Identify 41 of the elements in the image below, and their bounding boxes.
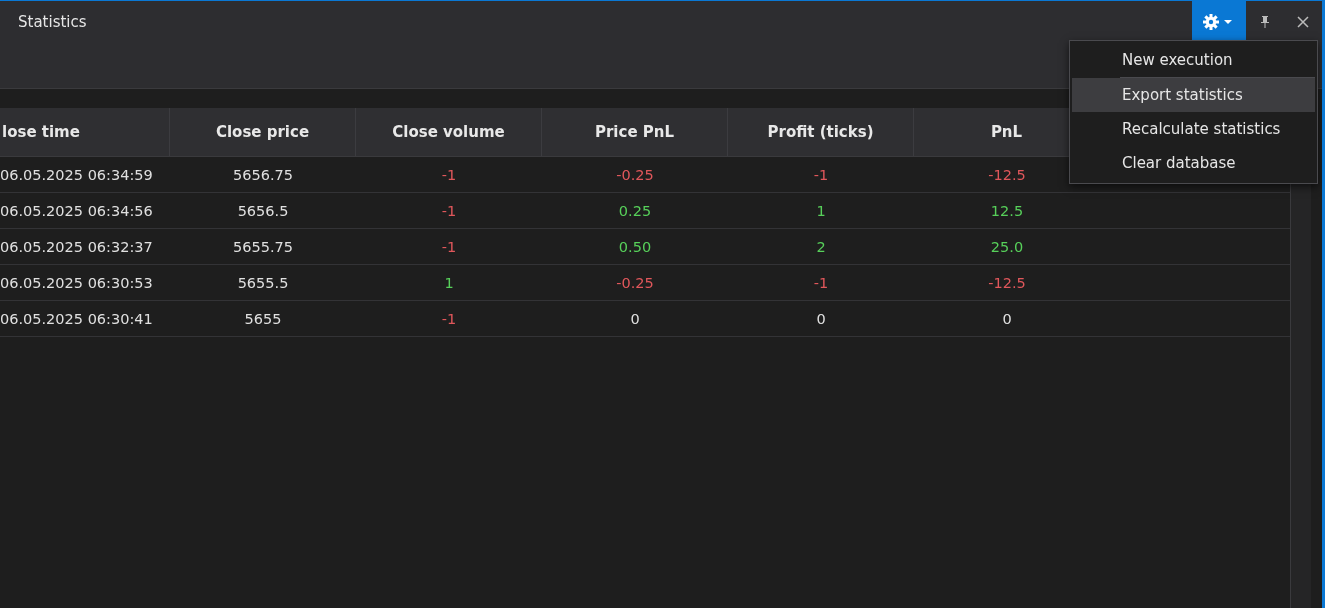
table-cell-text: -0.25 <box>615 273 655 293</box>
table-cell-text: 1 <box>443 273 455 293</box>
table-cell-text: 0 <box>1001 309 1013 329</box>
table-cell-text: 5655 <box>243 309 283 329</box>
table-cell-text: 5655.75 <box>232 237 294 257</box>
table-cell-text: -0.25 <box>615 165 655 185</box>
table-cell-text: 0 <box>815 309 827 329</box>
table-cell-text: 5655.5 <box>236 273 290 293</box>
column-header[interactable]: Close volume <box>356 108 542 156</box>
table-cell-text: 0 <box>629 309 641 329</box>
menu-item[interactable]: New execution <box>1072 43 1315 77</box>
table-cell-text: 06.05.2025 06:34:59 <box>0 165 154 185</box>
close-icon <box>1297 15 1309 28</box>
table-cell-text: 5656.5 <box>236 201 290 221</box>
table-cell-text: -12.5 <box>987 165 1027 185</box>
table-cell-text: 06.05.2025 06:30:53 <box>0 273 154 293</box>
table-cell-text: -12.5 <box>987 273 1027 293</box>
column-header[interactable]: lose time <box>0 108 170 156</box>
table-cell-text: -1 <box>440 165 458 185</box>
table-cell-text: 25.0 <box>989 237 1025 257</box>
table-cell-text: 2 <box>815 237 827 257</box>
table-cell-text: 0.50 <box>617 237 653 257</box>
pin-icon <box>1260 14 1270 29</box>
table-cell-text: -1 <box>812 165 830 185</box>
table-cell-text: 06.05.2025 06:30:41 <box>0 309 154 329</box>
table-cell-text: 06.05.2025 06:34:56 <box>0 201 154 221</box>
table-cell-text: 06.05.2025 06:32:37 <box>0 237 154 257</box>
table-cell-text: 5656.75 <box>232 165 294 185</box>
table-cell-text: 0.25 <box>617 201 653 221</box>
menu-item[interactable]: Export statistics <box>1072 78 1315 112</box>
table-cell-text: -1 <box>440 309 458 329</box>
table-cell-text: 1 <box>815 201 827 221</box>
table-cell-text: -1 <box>440 201 458 221</box>
column-header[interactable]: Price PnL <box>542 108 728 156</box>
table-cell-text: 12.5 <box>989 201 1025 221</box>
settings-button[interactable] <box>1192 1 1246 42</box>
table-cell-text: -1 <box>812 273 830 293</box>
table-cell-text: -1 <box>440 237 458 257</box>
column-header[interactable]: Profit (ticks) <box>728 108 914 156</box>
column-header[interactable]: Close price <box>170 108 356 156</box>
window-title: Statistics <box>18 12 87 31</box>
